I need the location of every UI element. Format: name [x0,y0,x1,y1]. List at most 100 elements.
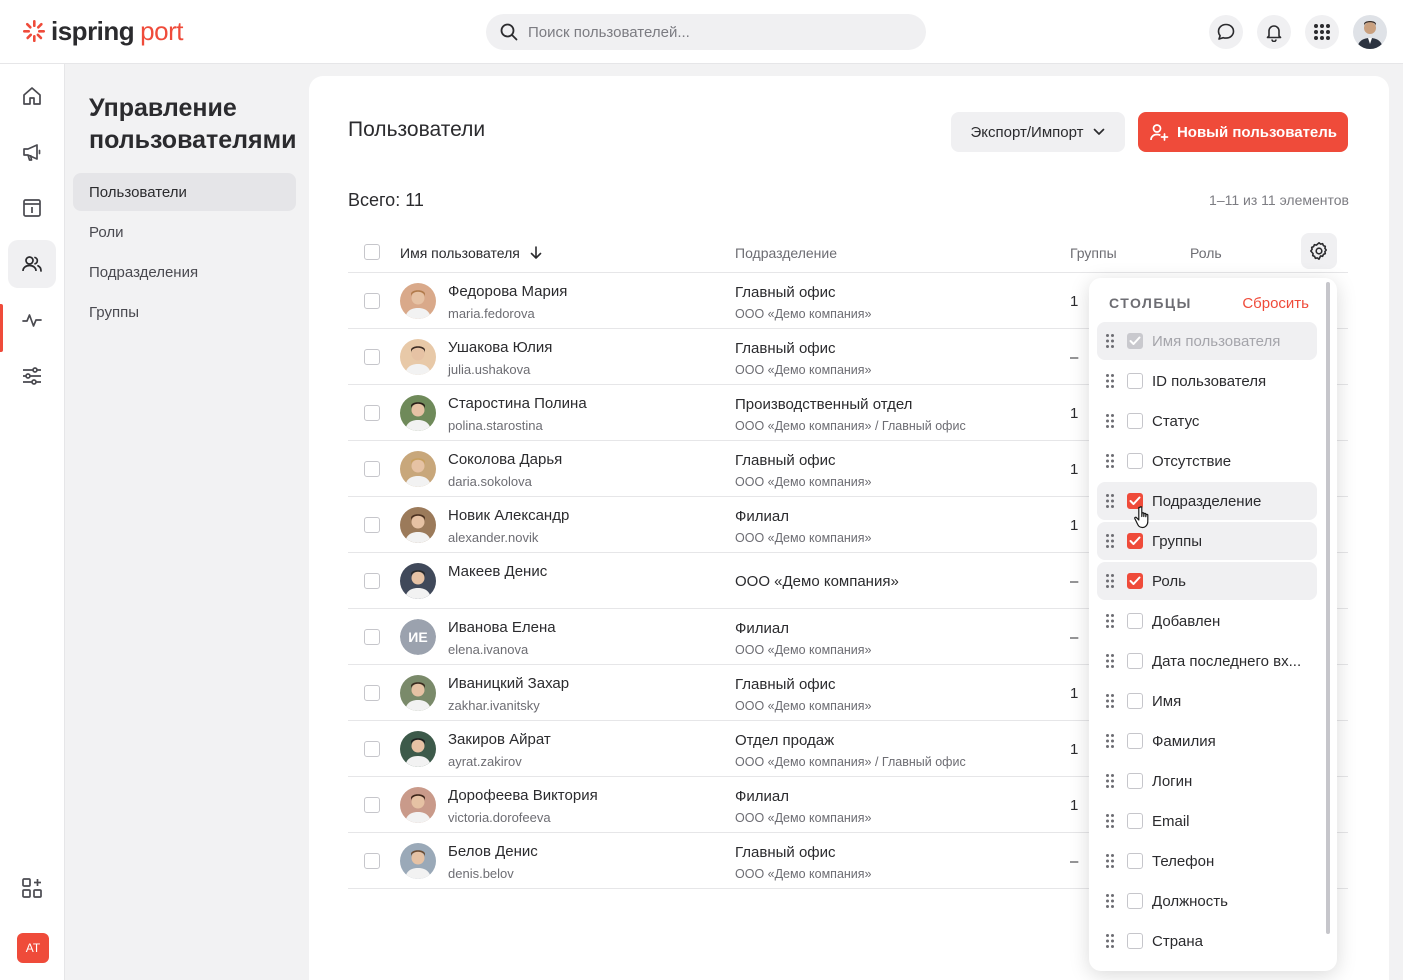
column-option[interactable]: Email [1097,802,1317,840]
notifications-button[interactable] [1257,15,1291,49]
row-checkbox[interactable] [364,517,380,533]
rail-settings[interactable] [8,352,56,400]
drag-handle-icon[interactable] [1105,773,1115,789]
column-header-name[interactable]: Имя пользователя [400,245,542,261]
column-checkbox[interactable] [1127,373,1143,389]
drag-handle-icon[interactable] [1105,933,1115,949]
column-option[interactable]: Фамилия [1097,722,1317,760]
row-checkbox[interactable] [364,685,380,701]
user-full-name[interactable]: Иванова Елена [448,619,556,636]
rail-home[interactable] [8,72,56,120]
user-full-name[interactable]: Иваницкий Захар [448,675,569,692]
user-full-name[interactable]: Закиров Айрат [448,731,551,748]
user-full-name[interactable]: Ушакова Юлия [448,339,552,356]
user-full-name[interactable]: Белов Денис [448,843,538,860]
column-checkbox[interactable] [1127,733,1143,749]
user-full-name[interactable]: Соколова Дарья [448,451,562,468]
columns-reset-link[interactable]: Сбросить [1242,295,1309,312]
column-option[interactable]: Добавлен [1097,602,1317,640]
profile-avatar[interactable] [1353,15,1387,49]
column-option[interactable]: ID пользователя [1097,362,1317,400]
user-full-name[interactable]: Дорофеева Виктория [448,787,598,804]
drag-handle-icon[interactable] [1105,893,1115,909]
rail-add-widget[interactable] [8,864,56,912]
brand-logo[interactable]: ispring port [22,16,183,46]
column-option[interactable]: Дата последнего вх... [1097,642,1317,680]
rail-info[interactable] [8,184,56,232]
column-checkbox[interactable] [1127,453,1143,469]
drag-handle-icon[interactable] [1105,733,1115,749]
drag-handle-icon[interactable] [1105,653,1115,669]
chat-button[interactable] [1209,15,1243,49]
rail-announcements[interactable] [8,128,56,176]
drag-handle-icon[interactable] [1105,333,1115,349]
sidebar-item-departments[interactable]: Подразделения [73,253,296,291]
user-full-name[interactable]: Макеев Денис [448,563,547,580]
row-checkbox[interactable] [364,405,380,421]
rail-users[interactable] [8,240,56,288]
column-checkbox[interactable] [1127,533,1143,549]
column-checkbox[interactable] [1127,933,1143,949]
row-checkbox[interactable] [364,573,380,589]
current-user-badge[interactable]: AT [17,933,49,963]
row-checkbox[interactable] [364,293,380,309]
column-checkbox[interactable] [1127,693,1143,709]
drag-handle-icon[interactable] [1105,533,1115,549]
column-checkbox[interactable] [1127,413,1143,429]
user-full-name[interactable]: Старостина Полина [448,395,587,412]
column-option[interactable]: Группы [1097,522,1317,560]
search-input[interactable] [528,23,908,41]
row-checkbox[interactable] [364,741,380,757]
column-option[interactable]: Логин [1097,762,1317,800]
column-checkbox[interactable] [1127,653,1143,669]
user-full-name[interactable]: Новик Александр [448,507,569,524]
column-checkbox[interactable] [1127,813,1143,829]
search-bar[interactable] [486,14,926,50]
column-option[interactable]: Телефон [1097,842,1317,880]
select-all-checkbox[interactable] [364,244,380,260]
column-checkbox[interactable] [1127,613,1143,629]
column-option[interactable]: Страна [1097,922,1317,960]
drag-handle-icon[interactable] [1105,373,1115,389]
column-settings-button[interactable] [1301,233,1337,269]
drag-handle-icon[interactable] [1105,413,1115,429]
sidebar-item-groups[interactable]: Группы [73,293,296,331]
add-widget-icon [22,878,42,898]
row-checkbox[interactable] [364,797,380,813]
column-option[interactable]: Имя [1097,682,1317,720]
row-checkbox[interactable] [364,853,380,869]
column-option[interactable]: Отсутствие [1097,442,1317,480]
column-checkbox[interactable] [1127,773,1143,789]
drag-handle-icon[interactable] [1105,613,1115,629]
drag-handle-icon[interactable] [1105,453,1115,469]
user-full-name[interactable]: Федорова Мария [448,283,567,300]
column-checkbox[interactable] [1127,573,1143,589]
drag-handle-icon[interactable] [1105,493,1115,509]
user-photo-icon [1353,15,1387,49]
row-checkbox[interactable] [364,349,380,365]
home-icon [23,87,41,105]
column-header-role[interactable]: Роль [1190,245,1222,261]
drag-handle-icon[interactable] [1105,573,1115,589]
new-user-button[interactable]: Новый пользователь [1138,112,1348,152]
column-option[interactable]: Статус [1097,402,1317,440]
column-checkbox[interactable] [1127,853,1143,869]
rail-activity[interactable] [8,296,56,344]
column-option[interactable]: Имя пользователя [1097,322,1317,360]
drag-handle-icon[interactable] [1105,813,1115,829]
column-header-groups[interactable]: Группы [1070,245,1117,261]
column-checkbox[interactable] [1127,893,1143,909]
sidebar-item-roles[interactable]: Роли [73,213,296,251]
column-option[interactable]: Роль [1097,562,1317,600]
columns-popup-scrollbar[interactable] [1326,282,1330,934]
export-import-button[interactable]: Экспорт/Импорт [951,112,1125,152]
row-checkbox[interactable] [364,629,380,645]
column-option[interactable]: Должность [1097,882,1317,920]
column-header-department[interactable]: Подразделение [735,245,837,261]
row-checkbox[interactable] [364,461,380,477]
drag-handle-icon[interactable] [1105,693,1115,709]
apps-button[interactable] [1305,15,1339,49]
drag-handle-icon[interactable] [1105,853,1115,869]
sidebar-item-users[interactable]: Пользователи [73,173,296,211]
column-option[interactable]: Подразделение [1097,482,1317,520]
